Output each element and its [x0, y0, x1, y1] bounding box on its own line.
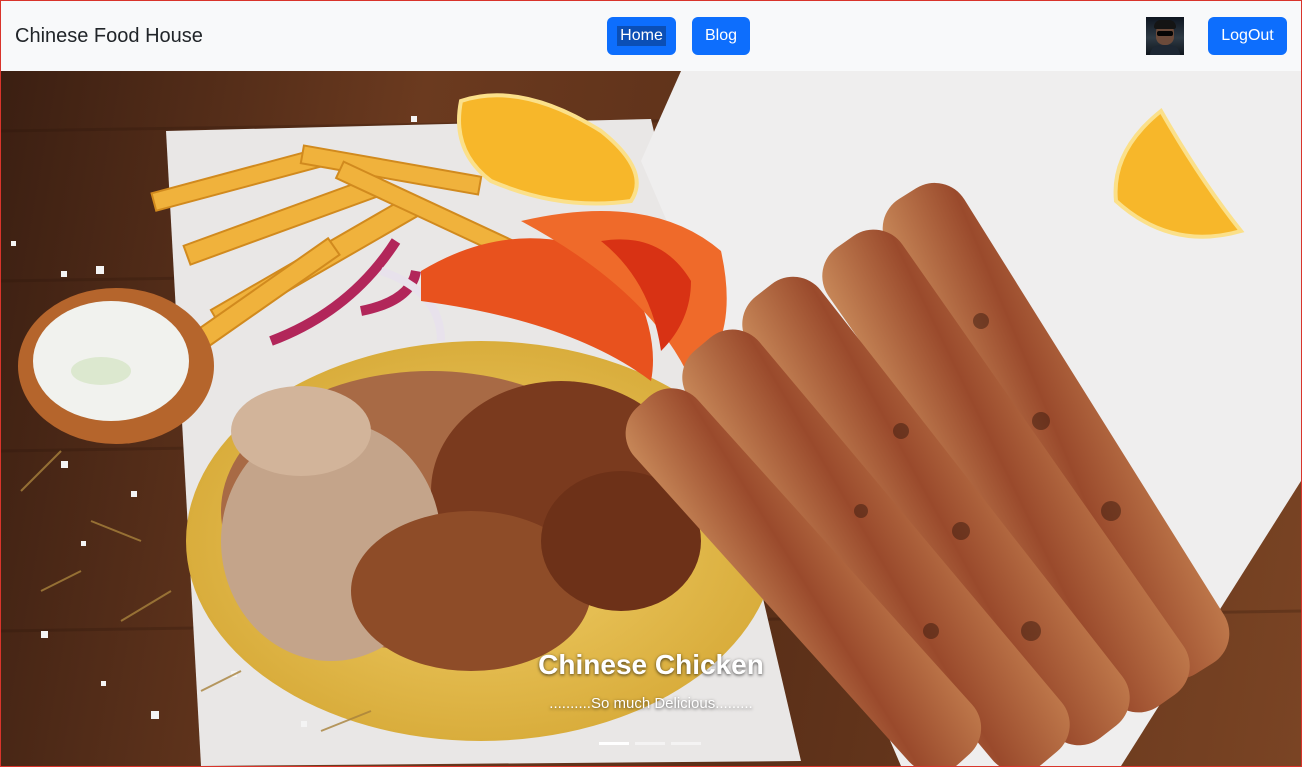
blog-button[interactable]: Blog [692, 17, 750, 55]
slide-caption: ..........So much Delicious......... [549, 695, 753, 712]
slide-title: Chinese Chicken [538, 649, 764, 680]
carousel-indicators [599, 742, 701, 745]
home-button[interactable]: Home [607, 17, 676, 55]
carousel-indicator-1[interactable] [599, 742, 629, 745]
carousel-indicator-3[interactable] [671, 742, 701, 745]
navbar: Chinese Food House Home Blog LogOut [1, 1, 1301, 72]
user-avatar[interactable] [1146, 17, 1184, 55]
hero-carousel: Chinese Chicken ..........So much Delici… [1, 71, 1301, 766]
brand-title[interactable]: Chinese Food House [15, 25, 203, 48]
app-frame: Chinese Food House Home Blog LogOut Chin… [0, 0, 1302, 767]
carousel-indicator-2[interactable] [635, 742, 665, 745]
logout-button[interactable]: LogOut [1208, 17, 1287, 55]
home-button-label: Home [617, 26, 666, 46]
